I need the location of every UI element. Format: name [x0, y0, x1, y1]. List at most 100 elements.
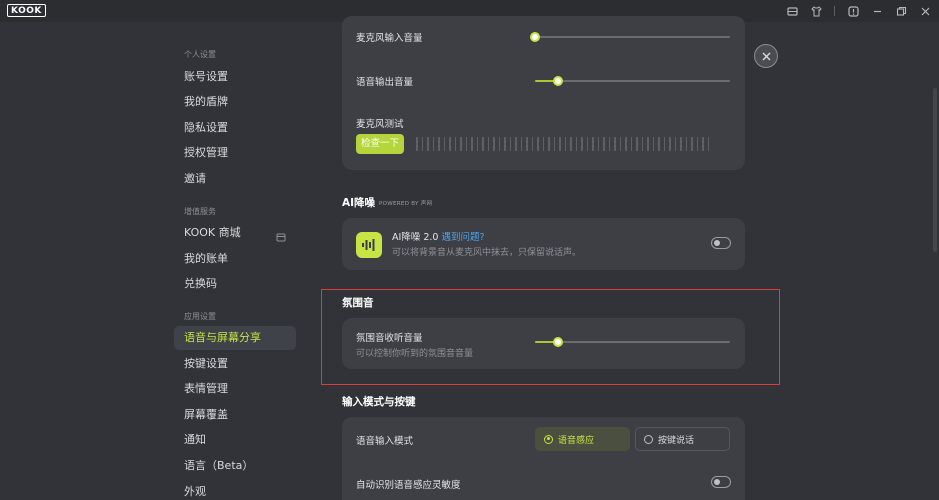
sidebar-item-billing[interactable]: 我的账单 — [174, 247, 296, 271]
toggle-knob — [714, 239, 720, 246]
meter-tick — [630, 137, 632, 151]
section-label-app: 应用设置 — [184, 312, 216, 321]
sidebar-item-label: KOOK 商城 — [184, 226, 241, 239]
meter-tick — [421, 137, 423, 151]
meter-tick — [504, 137, 506, 151]
meter-tick — [449, 137, 451, 151]
meter-tick — [581, 137, 583, 151]
minimize-icon[interactable] — [871, 5, 883, 17]
sidebar-item-shield[interactable]: 我的盾牌 — [174, 90, 296, 114]
meter-tick — [476, 137, 478, 151]
meter-tick — [559, 137, 561, 151]
radio-label: 语音感应 — [558, 435, 595, 446]
meter-tick — [652, 137, 654, 151]
sidebar-item-invite[interactable]: 邀请 — [174, 167, 296, 191]
meter-tick — [438, 137, 440, 151]
meter-tick — [674, 137, 676, 151]
radio-selected-icon — [544, 434, 553, 444]
sidebar-item-voice-screen-share[interactable]: 语音与屏幕分享 — [174, 326, 296, 350]
sidebar-item-keybinds[interactable]: 按键设置 — [174, 352, 296, 376]
sidebar-item-notifications[interactable]: 通知 — [174, 428, 296, 452]
sidebar-item-emoji[interactable]: 表情管理 — [174, 377, 296, 401]
meter-tick — [498, 137, 500, 151]
meter-tick — [487, 137, 489, 151]
meter-tick — [614, 137, 616, 151]
slider-thumb[interactable] — [553, 76, 564, 86]
ai-noise-heading-text: AI降噪 — [342, 197, 376, 209]
auto-sensitivity-label: 自动识别语音感应灵敏度 — [356, 480, 461, 491]
meter-tick — [663, 137, 665, 151]
check-mic-button[interactable]: 检查一下 — [356, 134, 404, 154]
meter-tick — [493, 137, 495, 151]
meter-tick — [619, 137, 621, 151]
auto-sensitivity-toggle[interactable] — [711, 476, 731, 488]
meter-tick — [608, 137, 610, 151]
input-mode-card: 语音输入模式 语音感应 按键说话 自动识别语音感应灵敏度 — [342, 417, 745, 500]
meter-tick — [597, 137, 599, 151]
meter-tick — [575, 137, 577, 151]
slider-track — [535, 36, 730, 38]
meter-tick — [658, 137, 660, 151]
meter-tick — [707, 137, 709, 151]
radio-label: 按键说话 — [658, 435, 695, 446]
meter-tick — [531, 137, 533, 151]
meter-tick — [691, 137, 693, 151]
ai-noise-heading: AI降噪 POWERED BY 声网 — [342, 195, 432, 210]
sidebar-item-privacy[interactable]: 隐私设置 — [174, 116, 296, 140]
meter-tick — [432, 137, 434, 151]
meter-tick — [471, 137, 473, 151]
sidebar-item-redeem[interactable]: 兑换码 — [174, 272, 296, 296]
ai-noise-toggle[interactable] — [711, 237, 731, 249]
settings-content: 麦克风输入音量 语音输出音量 麦克风测试 检查一下 AI降噪 POWERED BY… — [310, 16, 939, 500]
radio-voice-activity[interactable]: 语音感应 — [535, 427, 630, 451]
sidebar-item-appearance[interactable]: 外观 — [174, 480, 296, 500]
settings-sidebar: 个人设置 账号设置 我的盾牌 隐私设置 授权管理 邀请 增值服务 KOOK 商城… — [0, 22, 310, 500]
sidebar-item-account[interactable]: 账号设置 — [174, 65, 296, 89]
shirt-icon[interactable] — [810, 5, 822, 17]
ai-noise-icon — [356, 232, 382, 258]
radio-push-to-talk[interactable]: 按键说话 — [635, 427, 730, 451]
output-volume-label: 语音输出音量 — [356, 77, 414, 88]
sidebar-item-overlay[interactable]: 屏幕覆盖 — [174, 403, 296, 427]
meter-tick — [603, 137, 605, 151]
mic-volume-slider[interactable] — [530, 31, 730, 43]
help-icon[interactable] — [847, 5, 859, 17]
close-window-icon[interactable] — [919, 5, 931, 17]
inbox-icon[interactable] — [786, 5, 798, 17]
meter-tick — [586, 137, 588, 151]
meter-tick — [537, 137, 539, 151]
meter-tick — [520, 137, 522, 151]
meter-tick — [570, 137, 572, 151]
voice-settings-card: 麦克风输入音量 语音输出音量 麦克风测试 检查一下 — [342, 16, 745, 170]
meter-tick — [553, 137, 555, 151]
input-mode-heading: 输入模式与按键 — [342, 396, 416, 408]
ai-noise-title: AI降噪 2.0 — [392, 232, 439, 243]
meter-tick — [542, 137, 544, 151]
close-icon — [762, 52, 770, 60]
meter-tick — [647, 137, 649, 151]
ai-noise-help-link[interactable]: 遇到问题? — [441, 232, 484, 243]
meter-tick — [685, 137, 687, 151]
restore-icon[interactable] — [895, 5, 907, 17]
meter-tick — [427, 137, 429, 151]
meter-tick — [669, 137, 671, 151]
meter-tick — [454, 137, 456, 151]
close-settings-button[interactable] — [754, 44, 778, 68]
mic-level-meter — [416, 137, 709, 151]
sidebar-item-language[interactable]: 语言（Beta） — [174, 454, 296, 478]
meter-tick — [416, 137, 418, 151]
slider-thumb[interactable] — [530, 32, 540, 42]
output-volume-slider[interactable] — [535, 75, 730, 87]
ai-noise-card: AI降噪 2.0 遇到问题? 可以将背景音从麦克风中抹去，只保留说话声。 — [342, 218, 745, 270]
window-controls — [786, 4, 931, 18]
content-scrollbar[interactable] — [933, 88, 937, 252]
meter-tick — [592, 137, 594, 151]
mic-test-label: 麦克风测试 — [356, 119, 404, 130]
toggle-knob — [714, 478, 720, 485]
sidebar-item-store[interactable]: KOOK 商城 — [174, 221, 296, 245]
meter-tick — [625, 137, 627, 151]
meter-tick — [526, 137, 528, 151]
ai-noise-title-row: AI降噪 2.0 遇到问题? — [392, 229, 485, 243]
kook-logo: KOOK — [7, 4, 46, 17]
sidebar-item-authorization[interactable]: 授权管理 — [174, 141, 296, 165]
